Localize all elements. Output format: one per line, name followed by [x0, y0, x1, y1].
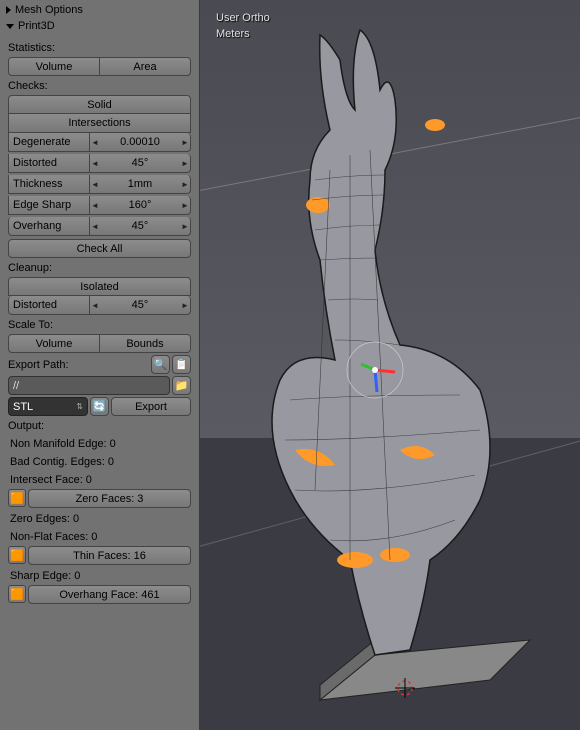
arrow-right-icon[interactable]: ►: [180, 201, 190, 210]
export-button[interactable]: Export: [111, 397, 191, 416]
arrow-left-icon[interactable]: ◄: [90, 159, 100, 168]
edge-sharp-button[interactable]: Edge Sharp: [8, 196, 90, 215]
cube-icon: 🟧: [8, 546, 26, 564]
arrow-left-icon[interactable]: ◄: [90, 180, 100, 189]
arrow-left-icon[interactable]: ◄: [90, 222, 100, 231]
zoom-icon-button[interactable]: 🔍: [151, 355, 170, 374]
statistics-label: Statistics:: [8, 42, 191, 54]
edge-sharp-value[interactable]: ◄ 160° ►: [90, 196, 191, 215]
checks-label: Checks:: [8, 80, 191, 92]
degenerate-button[interactable]: Degenerate: [8, 133, 90, 152]
arrow-right-icon[interactable]: ►: [180, 159, 190, 168]
zoom-icon: 🔍: [154, 358, 168, 371]
scale-bounds-button[interactable]: Bounds: [100, 334, 191, 353]
overhang-value[interactable]: ◄ 45° ►: [90, 217, 191, 236]
folder-icon: 📁: [175, 379, 189, 392]
distorted-value[interactable]: ◄ 45° ►: [90, 154, 191, 173]
nonflat-faces-output: Non-Flat Faces: 0: [8, 528, 191, 546]
print3d-label: Print3D: [18, 20, 55, 32]
arrow-right-icon[interactable]: ►: [180, 180, 190, 189]
print3d-panel-body: Statistics: Volume Area Checks: Solid In…: [2, 34, 197, 612]
cube-icon: 🟧: [8, 489, 26, 507]
arrow-left-icon[interactable]: ◄: [90, 201, 100, 210]
cube-icon: 🟧: [8, 585, 26, 603]
reload-icon: 🔄: [93, 400, 107, 413]
print3d-panel-header[interactable]: Print3D: [2, 18, 197, 34]
chevron-updown-icon: ⇅: [76, 402, 83, 411]
zero-edges-output: Zero Edges: 0: [8, 510, 191, 528]
mesh-options-label: Mesh Options: [15, 4, 83, 16]
export-format-select[interactable]: STL ⇅: [8, 397, 88, 416]
sharp-edge-output: Sharp Edge: 0: [8, 567, 191, 585]
check-all-button[interactable]: Check All: [8, 239, 191, 258]
non-manifold-edge-output: Non Manifold Edge: 0: [8, 435, 191, 453]
arrow-right-icon[interactable]: ►: [180, 301, 190, 310]
overhang-face-button[interactable]: Overhang Face: 461: [28, 585, 191, 604]
thickness-value[interactable]: ◄ 1mm ►: [90, 175, 191, 194]
reload-icon-button[interactable]: 🔄: [90, 397, 109, 416]
cleanup-label: Cleanup:: [8, 262, 191, 274]
cleanup-distorted-value[interactable]: ◄ 45° ►: [90, 296, 191, 315]
arrow-right-icon[interactable]: ►: [180, 222, 190, 231]
deer-model: [200, 0, 580, 730]
overhang-button[interactable]: Overhang: [8, 217, 90, 236]
export-path-field[interactable]: //: [8, 376, 170, 395]
folder-browse-button[interactable]: 📁: [172, 376, 191, 395]
scaleto-label: Scale To:: [8, 319, 191, 331]
solid-button[interactable]: Solid: [8, 95, 191, 114]
thickness-button[interactable]: Thickness: [8, 175, 90, 194]
area-button[interactable]: Area: [100, 57, 191, 76]
copy-icon: 📋: [175, 358, 189, 371]
isolated-button[interactable]: Isolated: [8, 277, 191, 296]
intersections-button[interactable]: Intersections: [8, 114, 191, 133]
copy-icon-button[interactable]: 📋: [172, 355, 191, 374]
arrow-left-icon[interactable]: ◄: [90, 138, 100, 147]
thin-faces-button[interactable]: Thin Faces: 16: [28, 546, 191, 565]
scale-volume-button[interactable]: Volume: [8, 334, 100, 353]
output-label: Output:: [8, 420, 191, 432]
arrow-right-icon[interactable]: ►: [180, 138, 190, 147]
degenerate-value[interactable]: ◄ 0.00010 ►: [90, 133, 191, 152]
zero-faces-button[interactable]: Zero Faces: 3: [28, 489, 191, 508]
3d-viewport[interactable]: User Ortho Meters: [200, 0, 580, 730]
bad-contig-edges-output: Bad Contig. Edges: 0: [8, 453, 191, 471]
arrow-left-icon[interactable]: ◄: [90, 301, 100, 310]
mesh-options-panel-header[interactable]: Mesh Options: [2, 2, 197, 18]
distorted-button[interactable]: Distorted: [8, 154, 90, 173]
volume-button[interactable]: Volume: [8, 57, 100, 76]
export-path-label: Export Path:: [8, 359, 149, 371]
collapse-down-icon: [6, 24, 14, 29]
collapse-right-icon: [6, 6, 11, 14]
intersect-face-output: Intersect Face: 0: [8, 471, 191, 489]
cleanup-distorted-button[interactable]: Distorted: [8, 296, 90, 315]
